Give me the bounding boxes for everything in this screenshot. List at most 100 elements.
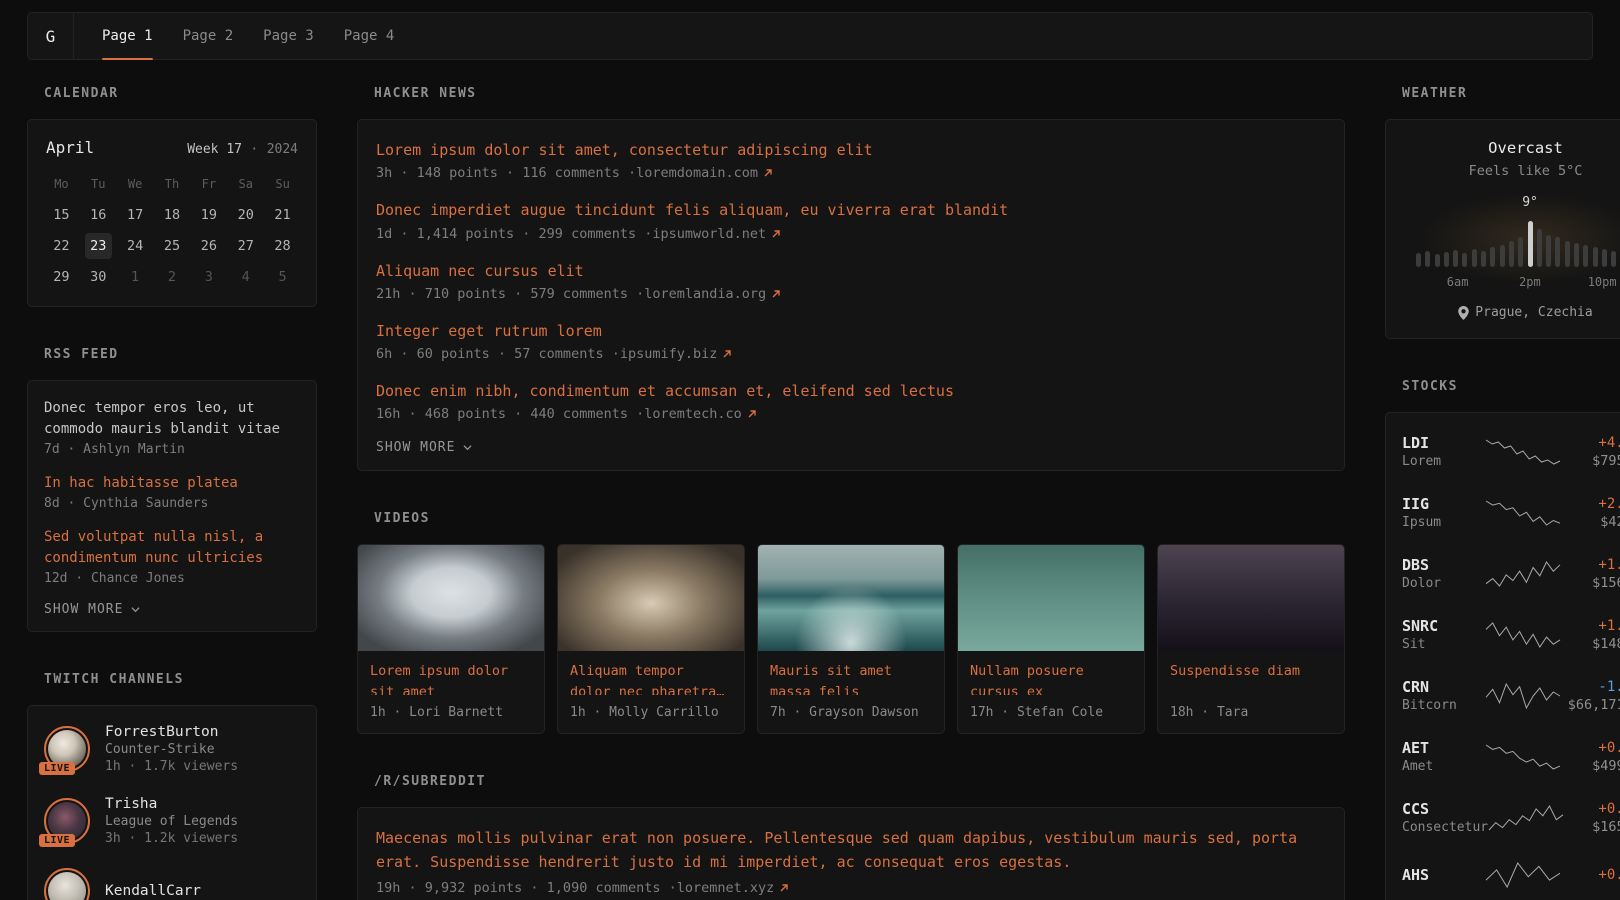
story-item: Aliquam nec cursus elit 21h · 710 points… <box>376 260 1326 302</box>
stock-symbol: LDI <box>1402 434 1485 452</box>
stock-row[interactable]: LDI Lorem +4.35% $795.18 <box>1402 421 1620 482</box>
story-domain[interactable]: ipsumworld.net <box>652 226 766 242</box>
stock-name: Amet <box>1402 759 1485 774</box>
page-tab[interactable]: Page 3 <box>263 13 314 59</box>
story-title[interactable]: Donec enim nibh, condimentum et accumsan… <box>376 380 1326 403</box>
stock-row[interactable]: AHS +0.46% <box>1402 848 1620 900</box>
calendar-week: Week 17 <box>187 142 242 157</box>
video-card[interactable]: Suspendisse diam 18h · Tara <box>1157 544 1345 734</box>
video-thumbnail <box>358 545 544 651</box>
hacker-news-section: HACKER NEWS Lorem ipsum dolor sit amet, … <box>357 86 1345 471</box>
story-meta: 6h · 60 points · 57 comments · ipsumify.… <box>376 346 1326 362</box>
post-domain[interactable]: loremnet.xyz <box>677 880 775 896</box>
stock-row[interactable]: SNRC Sit +1.36% $148.64 <box>1402 604 1620 665</box>
twitch-channels-widget: LIVE ForrestBurton Counter-Strike 1h · 1… <box>27 705 317 900</box>
live-badge: LIVE <box>39 834 75 847</box>
video-thumbnail <box>1158 545 1344 651</box>
weather-bar <box>1435 254 1440 267</box>
video-card[interactable]: Lorem ipsum dolor sit amet consectetu… 1… <box>357 544 545 734</box>
story-item: Integer eget rutrum lorem 6h · 60 points… <box>376 320 1326 362</box>
story-domain[interactable]: loremlandia.org <box>644 286 766 302</box>
weather-bar <box>1500 245 1505 267</box>
hacker-news-show-more-button[interactable]: SHOW MORE <box>376 440 1326 455</box>
rss-show-more-label: SHOW MORE <box>44 602 123 617</box>
rss-item-title[interactable]: Donec tempor eros leo, ut commodo mauris… <box>44 398 300 440</box>
weather-time-label: 10pm <box>1588 275 1617 289</box>
stock-row[interactable]: IIG Ipsum +2.84% $42.04 <box>1402 482 1620 543</box>
story-title[interactable]: Integer eget rutrum lorem <box>376 320 1326 343</box>
calendar-header: April Week 17 · 2024 <box>43 136 301 157</box>
calendar-grid: Mo Tu We Th Fr Sa Su 15 <box>43 171 301 290</box>
stock-figures: +2.84% $42.04 <box>1561 496 1620 530</box>
calendar-week-year: Week 17 · 2024 <box>187 141 298 157</box>
external-link-icon <box>722 349 732 359</box>
stock-symbol: AHS <box>1402 866 1485 884</box>
stock-symbol: DBS <box>1402 556 1485 574</box>
story-meta: 16h · 468 points · 440 comments · loremt… <box>376 406 1326 422</box>
stock-name: Bitcorn <box>1402 698 1485 713</box>
video-card[interactable]: Mauris sit amet massa felis 7h · Grayson… <box>757 544 945 734</box>
story-domain[interactable]: ipsumify.biz <box>620 346 718 362</box>
rss-item-title[interactable]: Sed volutpat nulla nisl, a condimentum n… <box>44 527 300 569</box>
page-tab[interactable]: Page 2 <box>183 13 234 59</box>
channel-info: Trisha League of Legends 3h · 1.2k viewe… <box>105 796 238 846</box>
videos-row: Lorem ipsum dolor sit amet consectetu… 1… <box>357 544 1345 734</box>
calendar-year: 2024 <box>267 142 298 157</box>
stock-row[interactable]: DBS Dolor +1.42% $156.28 <box>1402 543 1620 604</box>
weather-bar <box>1462 253 1467 267</box>
page-tab-label: Page 2 <box>183 28 234 44</box>
videos-section: VIDEOS Lorem ipsum dolor sit amet consec… <box>357 511 1345 734</box>
story-stats: 3h · 148 points · 116 comments · <box>376 165 636 181</box>
external-link-icon <box>771 289 781 299</box>
story-title[interactable]: Lorem ipsum dolor sit amet, consectetur … <box>376 139 1326 162</box>
calendar-day: 15 <box>48 202 75 228</box>
stock-sparkline <box>1485 682 1561 710</box>
stock-identity: CRN Bitcorn <box>1402 678 1485 713</box>
rss-item-title[interactable]: In hac habitasse platea <box>44 473 300 494</box>
weather-time-label: 2pm <box>1519 275 1541 289</box>
twitch-channel-row[interactable]: LIVE ForrestBurton Counter-Strike 1h · 1… <box>44 724 300 774</box>
app-logo[interactable]: G <box>28 13 74 59</box>
stock-row[interactable]: CRN Bitcorn -1.00% $66,171.48 <box>1402 665 1620 726</box>
story-title[interactable]: Donec imperdiet augue tincidunt felis al… <box>376 199 1326 222</box>
weather-bar <box>1574 243 1579 267</box>
stock-sparkline <box>1485 743 1561 771</box>
rss-item: In hac habitasse platea 8d · Cynthia Sau… <box>44 473 300 511</box>
calendar-day: 19 <box>195 202 222 228</box>
post-title[interactable]: Maecenas mollis pulvinar erat non posuer… <box>376 827 1326 874</box>
rss-show-more-button[interactable]: SHOW MORE <box>44 602 300 617</box>
story-domain[interactable]: loremdomain.com <box>636 165 758 181</box>
rss-item-meta: 8d · Cynthia Saunders <box>44 496 300 511</box>
stocks-widget: LDI Lorem +4.35% $795.18 IIG Ipsum <box>1385 412 1620 900</box>
video-thumbnail <box>958 545 1144 651</box>
stock-figures: +0.46% <box>1561 867 1620 883</box>
stock-symbol: CRN <box>1402 678 1485 696</box>
videos-section-title: VIDEOS <box>374 511 1345 526</box>
weather-bar <box>1583 245 1588 267</box>
twitch-channel-row[interactable]: LIVE Trisha League of Legends 3h · 1.2k … <box>44 796 300 846</box>
rss-item-meta: 7d · Ashlyn Martin <box>44 442 300 457</box>
page-tab[interactable]: Page 1 <box>102 13 153 59</box>
rss-section: RSS FEED Donec tempor eros leo, ut commo… <box>27 347 317 632</box>
twitch-channel-row[interactable]: KendallCarr <box>44 868 300 900</box>
weather-bar <box>1537 229 1542 267</box>
stock-identity: LDI Lorem <box>1402 434 1485 469</box>
story-item: Lorem ipsum dolor sit amet, consectetur … <box>376 139 1326 181</box>
stock-row[interactable]: AET Amet +0.92% $499.72 <box>1402 726 1620 787</box>
stock-name: Lorem <box>1402 454 1485 469</box>
rss-item-meta: 12d · Chance Jones <box>44 571 300 586</box>
story-domain[interactable]: loremtech.co <box>644 406 742 422</box>
weather-bar <box>1546 235 1551 267</box>
weather-bar <box>1555 237 1560 267</box>
video-card[interactable]: Aliquam tempor dolor nec pharetra… 1h · … <box>557 544 745 734</box>
stock-row[interactable]: CCS Consectetur +0.51% $165.84 <box>1402 787 1620 848</box>
channel-viewers: 1h · 1.7k viewers <box>105 759 238 774</box>
page-tab[interactable]: Page 4 <box>344 13 395 59</box>
story-title[interactable]: Aliquam nec cursus elit <box>376 260 1326 283</box>
stock-change: +1.42% <box>1561 557 1620 573</box>
video-title: Lorem ipsum dolor sit amet consectetu… <box>358 651 544 695</box>
channel-avatar <box>44 868 90 900</box>
page-tab-label: Page 1 <box>102 28 153 44</box>
video-title: Aliquam tempor dolor nec pharetra… <box>558 651 744 695</box>
video-card[interactable]: Nullam posuere cursus ex 17h · Stefan Co… <box>957 544 1145 734</box>
